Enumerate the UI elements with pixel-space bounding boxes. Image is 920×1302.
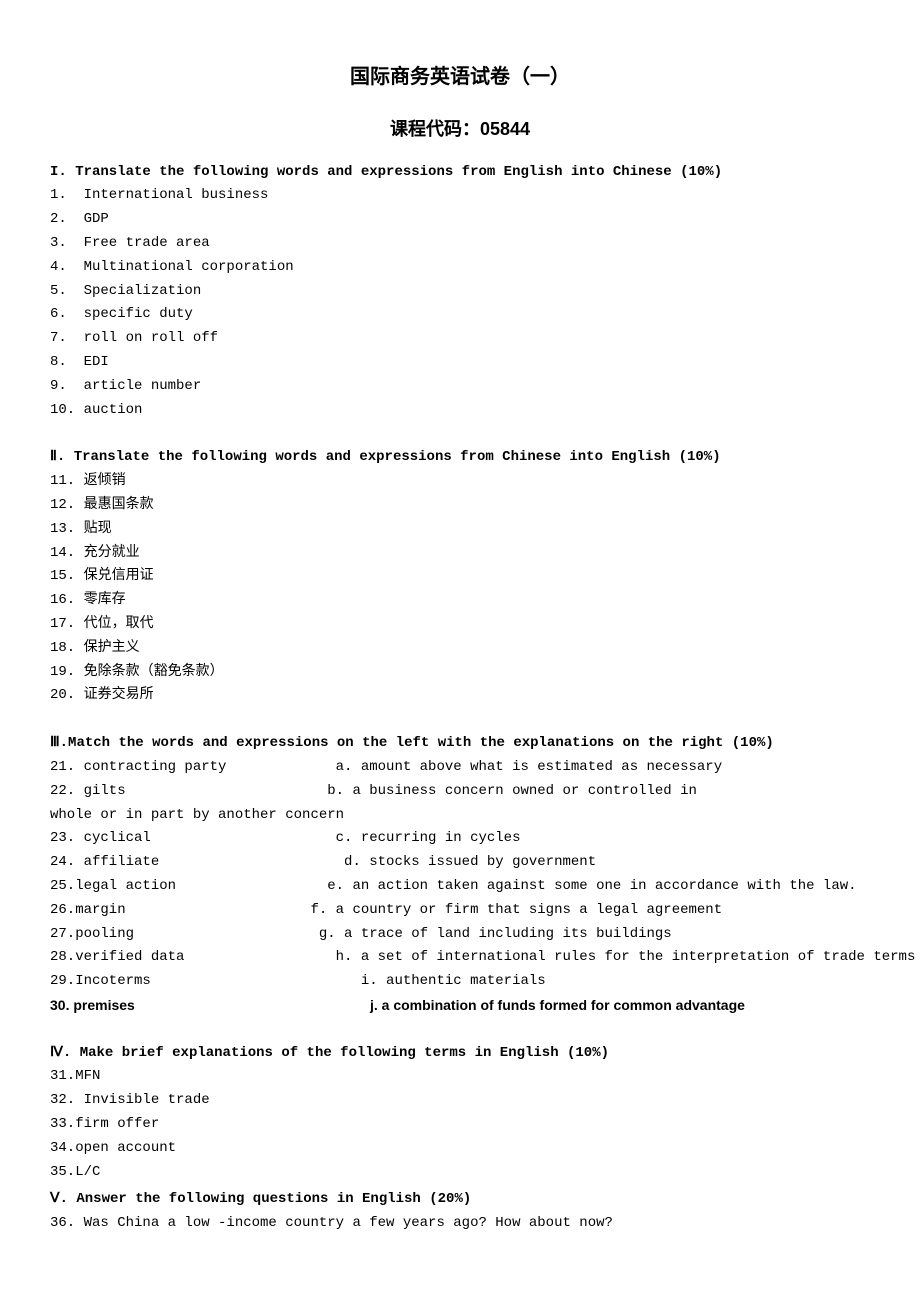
q20: 20. 证券交易所 xyxy=(50,684,870,708)
q25: 25.legal action e. an action taken again… xyxy=(50,875,870,899)
q18: 18. 保护主义 xyxy=(50,637,870,661)
q10: 10. auction xyxy=(50,399,870,423)
q33: 33.firm offer xyxy=(50,1113,870,1137)
q13: 13. 贴现 xyxy=(50,518,870,542)
section-2-head: Ⅱ. Translate the following words and exp… xyxy=(50,446,870,470)
q19: 19. 免除条款（豁免条款） xyxy=(50,661,870,685)
q11: 11. 返倾销 xyxy=(50,470,870,494)
course-code: 课程代码：05844 xyxy=(50,114,870,145)
q34: 34.open account xyxy=(50,1137,870,1161)
q31: 31.MFN xyxy=(50,1065,870,1089)
q28: 28.verified data h. a set of internation… xyxy=(50,946,870,970)
q7: 7. roll on roll off xyxy=(50,327,870,351)
q36: 36. Was China a low -income country a fe… xyxy=(50,1212,870,1236)
q22-cont: whole or in part by another concern xyxy=(50,804,870,828)
q16: 16. 零库存 xyxy=(50,589,870,613)
section-4-head: Ⅳ. Make brief explanations of the follow… xyxy=(50,1042,870,1066)
section-1-head: I. Translate the following words and exp… xyxy=(50,161,870,185)
q8: 8. EDI xyxy=(50,351,870,375)
q14: 14. 充分就业 xyxy=(50,542,870,566)
section-3-head: Ⅲ.Match the words and expressions on the… xyxy=(50,732,870,756)
q24: 24. affiliate d. stocks issued by govern… xyxy=(50,851,870,875)
q23: 23. cyclical c. recurring in cycles xyxy=(50,827,870,851)
q35: 35.L/C xyxy=(50,1161,870,1185)
q2: 2. GDP xyxy=(50,208,870,232)
q27: 27.pooling g. a trace of land including … xyxy=(50,923,870,947)
q6: 6. specific duty xyxy=(50,303,870,327)
section-5-head: Ⅴ. Answer the following questions in Eng… xyxy=(50,1188,870,1212)
q12: 12. 最惠国条款 xyxy=(50,494,870,518)
q32: 32. Invisible trade xyxy=(50,1089,870,1113)
q30: 30. premises j. a combination of funds f… xyxy=(50,994,870,1018)
q9: 9. article number xyxy=(50,375,870,399)
q26: 26.margin f. a country or firm that sign… xyxy=(50,899,870,923)
q15: 15. 保兑信用证 xyxy=(50,565,870,589)
q3: 3. Free trade area xyxy=(50,232,870,256)
q30-left: 30. premises xyxy=(50,994,370,1018)
q4: 4. Multinational corporation xyxy=(50,256,870,280)
q17: 17. 代位，取代 xyxy=(50,613,870,637)
q1: 1. International business xyxy=(50,184,870,208)
q30-right: j. a combination of funds formed for com… xyxy=(370,994,745,1018)
q5: 5. Specialization xyxy=(50,280,870,304)
q29: 29.Incoterms i. authentic materials xyxy=(50,970,870,994)
q21: 21. contracting party a. amount above wh… xyxy=(50,756,870,780)
q22: 22. gilts b. a business concern owned or… xyxy=(50,780,870,804)
page-title: 国际商务英语试卷（一） xyxy=(50,60,870,94)
